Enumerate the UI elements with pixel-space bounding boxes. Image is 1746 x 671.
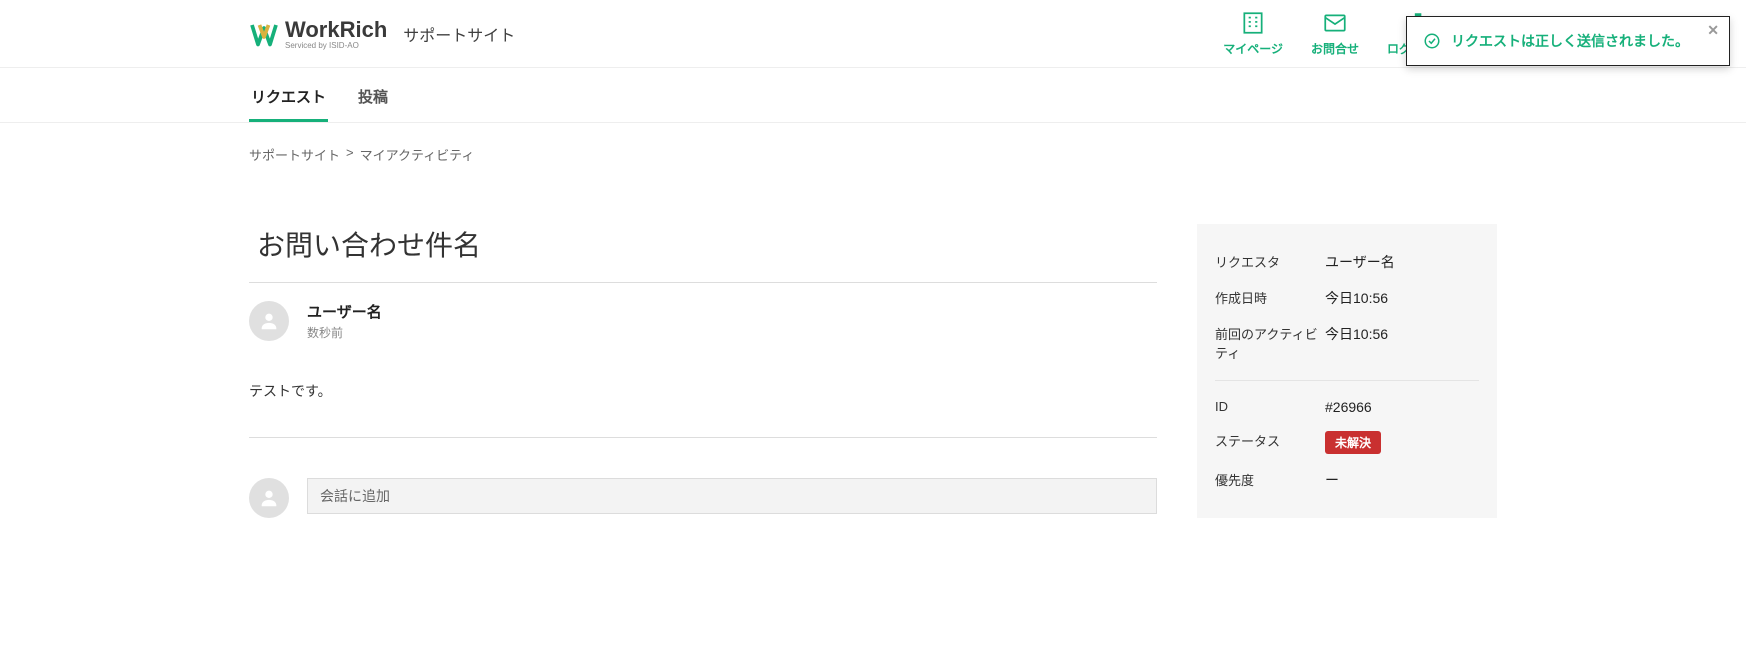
user-icon bbox=[258, 310, 280, 332]
tabs-bar: リクエスト 投稿 bbox=[0, 68, 1746, 123]
nav-contact-label: お問合せ bbox=[1311, 40, 1359, 57]
meta-requester-label: リクエスタ bbox=[1215, 252, 1325, 272]
meta-updated-label: 前回のアクティビティ bbox=[1215, 324, 1325, 362]
meta-created: 今日10:56 bbox=[1325, 288, 1388, 308]
meta-id: #26966 bbox=[1325, 399, 1372, 415]
user-icon bbox=[258, 487, 280, 509]
reply-avatar bbox=[249, 478, 289, 518]
meta-created-label: 作成日時 bbox=[1215, 288, 1325, 308]
request-thread: お問い合わせ件名 ユーザー名 数秒前 テストです。 bbox=[249, 224, 1157, 518]
site-title[interactable]: サポートサイト bbox=[403, 22, 515, 46]
logo-mark-icon bbox=[249, 19, 279, 49]
comment: ユーザー名 数秒前 bbox=[249, 283, 1157, 361]
breadcrumb-home[interactable]: サポートサイト bbox=[249, 145, 340, 164]
check-circle-icon bbox=[1423, 32, 1441, 50]
tabs: リクエスト 投稿 bbox=[249, 68, 1497, 122]
brand-logo[interactable]: WorkRich Serviced by ISID-AO bbox=[249, 17, 387, 50]
building-icon bbox=[1240, 10, 1266, 36]
breadcrumb-sep: > bbox=[346, 145, 354, 164]
meta-divider bbox=[1215, 380, 1479, 381]
meta-id-label: ID bbox=[1215, 399, 1325, 415]
meta-priority: ー bbox=[1325, 470, 1339, 490]
meta-priority-label: 優先度 bbox=[1215, 470, 1325, 490]
comment-avatar bbox=[249, 301, 289, 341]
page-title: お問い合わせ件名 bbox=[257, 224, 1157, 264]
envelope-icon bbox=[1322, 10, 1348, 36]
comment-body: テストです。 bbox=[249, 361, 1157, 437]
tab-requests[interactable]: リクエスト bbox=[249, 72, 328, 122]
nav-contact[interactable]: お問合せ bbox=[1311, 10, 1359, 57]
meta-requester: ユーザー名 bbox=[1325, 252, 1395, 272]
nav-mypage-label: マイページ bbox=[1223, 40, 1283, 57]
comment-user: ユーザー名 bbox=[307, 301, 382, 322]
toast-message: リクエストは正しく送信されました。 bbox=[1451, 31, 1689, 51]
comment-time: 数秒前 bbox=[307, 324, 382, 341]
breadcrumb-current: マイアクティビティ bbox=[360, 145, 475, 164]
toast-success: リクエストは正しく送信されました。 ✕ bbox=[1406, 16, 1730, 66]
reply-input[interactable] bbox=[307, 478, 1157, 514]
nav-mypage[interactable]: マイページ bbox=[1223, 10, 1283, 57]
toast-close-button[interactable]: ✕ bbox=[1707, 23, 1719, 37]
brand-name: WorkRich bbox=[285, 17, 387, 43]
main-content: お問い合わせ件名 ユーザー名 数秒前 テストです。 bbox=[249, 174, 1497, 518]
meta-updated: 今日10:56 bbox=[1325, 324, 1388, 362]
breadcrumb: サポートサイト > マイアクティビティ bbox=[249, 123, 1497, 174]
reply-row bbox=[249, 438, 1157, 518]
meta-panel: リクエスタ ユーザー名 作成日時 今日10:56 前回のアクティビティ 今日10… bbox=[1197, 224, 1497, 518]
status-badge: 未解決 bbox=[1325, 431, 1381, 454]
meta-sidebar: リクエスタ ユーザー名 作成日時 今日10:56 前回のアクティビティ 今日10… bbox=[1197, 224, 1497, 518]
meta-status-label: ステータス bbox=[1215, 431, 1325, 454]
tab-posts[interactable]: 投稿 bbox=[356, 72, 390, 122]
